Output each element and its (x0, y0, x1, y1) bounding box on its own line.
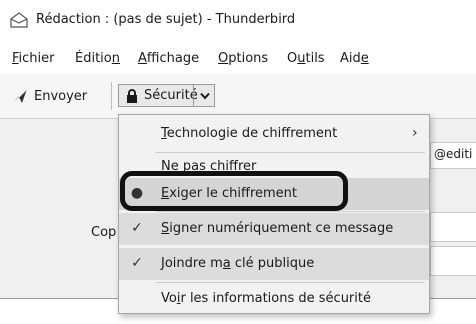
menu-item-label: Signer numériquement ce message (161, 221, 394, 236)
menu-item-attach-public-key[interactable]: ✓ Joindre ma clé publique (119, 248, 429, 280)
title-bar: Rédaction : (pas de sujet) - Thunderbird (0, 0, 476, 44)
toolbar-separator (111, 82, 112, 110)
cc-field[interactable] (430, 212, 476, 242)
checkmark-icon: ✓ (131, 255, 143, 271)
compose-toolbar: Envoyer Sécurité (0, 74, 476, 119)
compose-window-icon (10, 12, 28, 28)
menu-options[interactable]: Options (218, 51, 268, 66)
lock-icon (127, 88, 137, 103)
menu-bar: Fichier Édition Affichage Options Outils… (0, 44, 476, 74)
cc-label: Cop (91, 225, 117, 240)
menu-item-encryption-technology[interactable]: Technologie de chiffrement › (119, 118, 429, 150)
chevron-right-icon: › (412, 125, 418, 141)
menu-item-require-encryption[interactable]: ● Exiger le chiffrement (119, 178, 429, 210)
window-title: Rédaction : (pas de sujet) - Thunderbird (36, 12, 296, 27)
send-label: Envoyer (34, 88, 88, 104)
checkmark-icon: ✓ (131, 220, 143, 236)
menu-item-label: Ne pas chiffrer (161, 159, 257, 174)
menu-item-label: Exiger le chiffrement (161, 186, 298, 201)
send-icon (13, 88, 28, 103)
menu-edition[interactable]: Édition (75, 51, 120, 66)
menu-outils[interactable]: Outils (287, 51, 325, 66)
menu-item-label: Voir les informations de sécurité (161, 291, 371, 306)
from-address-field[interactable]: @editi (430, 142, 476, 169)
address-text: @editi (434, 147, 473, 161)
bcc-field[interactable] (430, 246, 476, 276)
security-dropdown-toggle[interactable] (193, 84, 216, 107)
menu-item-label: Technologie de chiffrement (161, 126, 338, 141)
menu-item-security-info[interactable]: Voir les informations de sécurité (119, 283, 429, 315)
security-button[interactable]: Sécurité (118, 84, 215, 107)
menu-separator (155, 211, 425, 212)
security-label: Sécurité (144, 88, 198, 103)
menu-fichier[interactable]: Fichier (12, 51, 55, 66)
send-button[interactable]: Envoyer (12, 84, 87, 108)
menu-item-label: Joindre ma clé publique (161, 256, 315, 271)
chevron-down-icon (200, 92, 210, 100)
security-menu: Technologie de chiffrement › Ne pas chif… (118, 114, 430, 314)
radio-dot-icon: ● (130, 185, 144, 201)
menu-item-sign-message[interactable]: ✓ Signer numériquement ce message (119, 213, 429, 245)
menu-affichage[interactable]: Affichage (138, 51, 199, 66)
menu-aide[interactable]: Aide (340, 51, 369, 66)
